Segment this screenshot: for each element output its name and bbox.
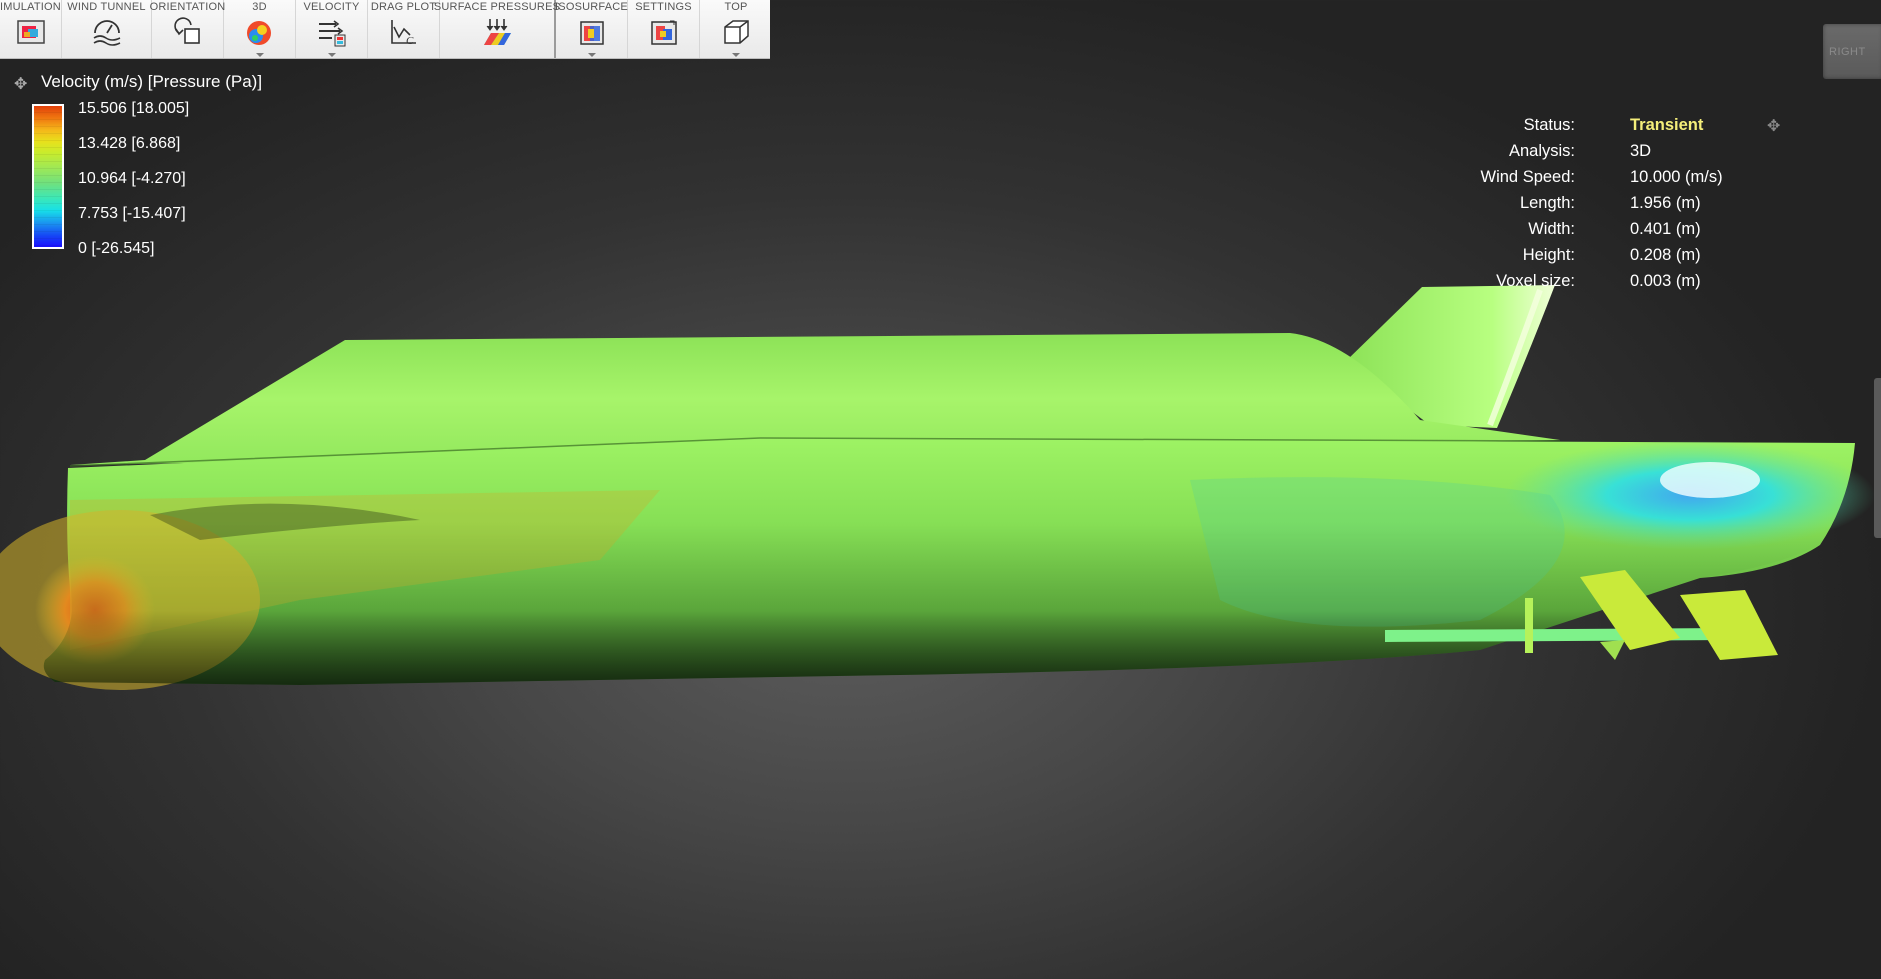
status-move-handle-icon[interactable]: ✥ xyxy=(1767,116,1780,136)
status-row: Status: Transient xyxy=(1523,116,1704,134)
analysis-row: Analysis: 3D xyxy=(1508,142,1652,160)
view-cube-face-label: RIGHT xyxy=(1829,46,1866,58)
legend-tick: 7.753 [-15.407] xyxy=(78,205,186,222)
isosurface-button[interactable]: ISOSURFACE xyxy=(555,0,628,58)
legend-color-bar xyxy=(32,104,64,249)
3d-button[interactable]: 3D xyxy=(224,0,296,58)
toolbar-group-view: ISOSURFACE SETTINGS TOP xyxy=(555,0,772,58)
propeller-shaft xyxy=(1385,628,1730,642)
top-view-cube-icon xyxy=(720,16,752,48)
side-panel-handle[interactable] xyxy=(1874,378,1881,538)
surface-pressures-icon xyxy=(481,16,513,48)
wind-tunnel-icon xyxy=(91,16,123,48)
move-handle-icon[interactable]: ✥ xyxy=(14,74,27,94)
simulation-button[interactable]: IMULATION xyxy=(0,0,62,58)
top-view-dropdown-caret[interactable] xyxy=(732,53,740,57)
legend-title: Velocity (m/s) [Pressure (Pa)] xyxy=(41,72,263,91)
orientation-icon xyxy=(172,16,204,48)
surface-pressures-button[interactable]: SURFACE PRESSURES xyxy=(434,0,560,58)
drag-plot-button[interactable]: DRAG PLOT C xyxy=(368,0,440,58)
wind-tunnel-button[interactable]: WIND TUNNEL xyxy=(62,0,152,58)
legend-tick: 10.964 [-4.270] xyxy=(78,170,186,187)
isosurface-icon xyxy=(576,16,608,48)
velocity-button[interactable]: VELOCITY xyxy=(296,0,368,58)
voxel-size-row: Voxel size: 0.003 (m) xyxy=(1496,272,1701,290)
legend-tick-max: 15.506 [18.005] xyxy=(78,100,190,117)
orientation-button[interactable]: ORIENTATION xyxy=(150,0,225,58)
length-row: Length: 1.956 (m) xyxy=(1519,194,1701,212)
legend-tick-min: 0 [-26.545] xyxy=(78,240,155,257)
velocity-dropdown-caret[interactable] xyxy=(327,53,336,57)
width-row: Width: 0.401 (m) xyxy=(1528,220,1701,238)
settings-icon xyxy=(648,16,680,48)
status-value: Transient xyxy=(1630,116,1704,134)
simulation-icon xyxy=(15,16,47,48)
drag-plot-icon: C xyxy=(388,16,420,48)
toolbar-group-main: IMULATION WIND TUNNEL ORIENTATION 3D VEL… xyxy=(0,0,560,58)
velocity-icon xyxy=(316,16,348,48)
3d-dropdown-caret[interactable] xyxy=(255,53,264,57)
settings-button[interactable]: SETTINGS xyxy=(628,0,700,58)
3d-flow-icon xyxy=(244,16,276,48)
height-row: Height: 0.208 (m) xyxy=(1522,246,1701,264)
top-view-button[interactable]: TOP xyxy=(700,0,772,58)
ribbon-toolbar: IMULATION WIND TUNNEL ORIENTATION 3D VEL… xyxy=(0,0,770,59)
wind-speed-row: Wind Speed: 10.000 (m/s) xyxy=(1480,168,1723,186)
isosurface-dropdown-caret[interactable] xyxy=(587,53,596,57)
svg-text:C: C xyxy=(406,35,414,47)
view-cube[interactable]: RIGHT xyxy=(1823,24,1881,79)
legend-tick: 13.428 [6.868] xyxy=(78,135,181,152)
